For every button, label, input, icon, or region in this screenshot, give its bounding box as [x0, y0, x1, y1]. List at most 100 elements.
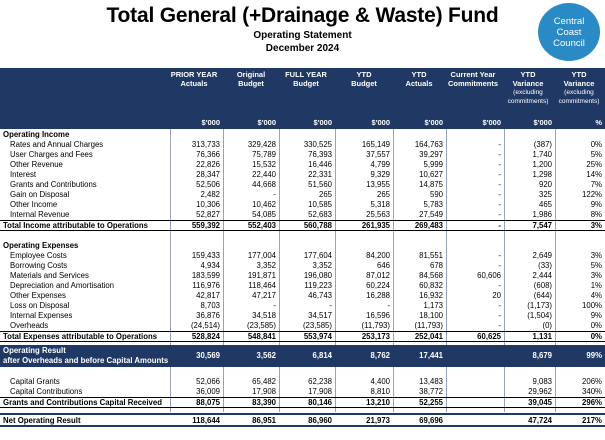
council-logo: Central Coast Council	[538, 3, 600, 61]
table-cell: (387)	[533, 140, 552, 149]
table-cell: 1%	[590, 281, 602, 290]
table-cell: 559,392	[191, 221, 220, 230]
table-cell: 1,131	[532, 332, 552, 341]
table-cell: 1,173	[423, 301, 443, 310]
table-cell: (23,585)	[246, 321, 276, 330]
table-cell: (24,514)	[190, 321, 220, 330]
table-cell: 678	[429, 261, 443, 270]
table-cell: 10,627	[419, 170, 443, 179]
column-header: FULL YEAR Budget	[285, 70, 327, 88]
table-cell: 122%	[582, 190, 602, 199]
table-cell: 60,625	[477, 332, 501, 341]
table-cell: 10,306	[196, 200, 220, 209]
row-label: Interest	[10, 170, 37, 179]
table-cell: 87,012	[366, 271, 390, 280]
table-cell: 5,783	[423, 200, 443, 209]
table-cell: 4%	[590, 291, 602, 300]
table-cell: 83,390	[252, 398, 276, 407]
table-cell: 17,908	[252, 387, 276, 396]
column-unit: $'000	[533, 118, 552, 127]
row-label: Other Income	[10, 200, 58, 209]
table-cell: 325	[538, 190, 552, 199]
table-cell: 330,525	[303, 140, 332, 149]
table-cell: 36,009	[196, 387, 220, 396]
table-cell: 8,679	[532, 351, 552, 360]
table-cell: 265	[318, 190, 332, 199]
table-cell: 37,557	[366, 150, 390, 159]
table-row: Other Revenue 22,826 15,532 16,446 4,799 5,99…	[0, 160, 605, 170]
column-unit: $'000	[424, 118, 443, 127]
column-unit: $'000	[371, 118, 390, 127]
table-cell: 252,041	[414, 332, 443, 341]
table-cell: 86,951	[252, 416, 276, 425]
logo-line: Central	[553, 15, 585, 27]
table-cell: 9%	[590, 200, 602, 209]
table-cell: (23,585)	[302, 321, 332, 330]
table-cell: 54,085	[252, 210, 276, 219]
table-cell: 269,483	[414, 221, 443, 230]
row-label: Depreciation and Amortisation	[10, 281, 115, 290]
table-row: Grants and Contributions Capital Receive…	[0, 397, 605, 408]
logo-line: Council	[553, 37, 585, 49]
table-cell: 4,934	[200, 261, 220, 270]
table-cell: 16,596	[366, 311, 390, 320]
table-cell: 30,569	[196, 351, 220, 360]
table-cell: 14%	[586, 170, 602, 179]
table-cell: 118,644	[192, 416, 220, 425]
table-cell: 119,223	[304, 281, 332, 290]
report-period: December 2024	[265, 43, 340, 54]
table-cell: 84,200	[366, 251, 390, 260]
table-cell: 3%	[590, 271, 602, 280]
table-cell: 69,696	[419, 416, 443, 425]
table-cell: 164,763	[414, 140, 443, 149]
table-cell: 7,547	[532, 221, 552, 230]
table-cell: 76,366	[196, 150, 220, 159]
table-cell: 60,224	[366, 281, 390, 290]
table-cell: 1,298	[532, 170, 552, 179]
table-cell: 34,517	[308, 311, 332, 320]
table-cell: 47,724	[528, 416, 552, 425]
table-cell: 5,999	[423, 160, 443, 169]
column-header: YTD Variance (excluding commitments)	[558, 70, 600, 105]
table-cell: 99%	[586, 351, 602, 360]
table-cell: 52,066	[196, 377, 220, 386]
table-cell: 76,393	[308, 150, 332, 159]
table-cell: 0%	[590, 332, 602, 341]
table-cell: 165,149	[361, 140, 390, 149]
column-header: Current Year Commitments	[447, 70, 498, 88]
table-cell: 65,482	[252, 377, 276, 386]
table-cell: 2,482	[200, 190, 220, 199]
table-cell: 86,960	[308, 416, 332, 425]
table-cell: -	[498, 251, 501, 260]
table-cell: 52,506	[196, 180, 220, 189]
row-label: Materials and Services	[10, 271, 89, 280]
table-cell: -	[498, 261, 501, 270]
table-cell: -	[498, 311, 501, 320]
table-cell: 14,875	[419, 180, 443, 189]
row-label: Net Operating Result	[3, 416, 81, 425]
table-cell: -	[498, 190, 501, 199]
table-cell: -	[387, 301, 390, 310]
table-cell: 18,100	[419, 311, 443, 320]
table-cell: 60,832	[419, 281, 443, 290]
table-cell: 52,827	[196, 210, 220, 219]
table-cell: -	[498, 170, 501, 179]
table-cell: 177,604	[303, 251, 332, 260]
table-cell: 16,288	[366, 291, 390, 300]
table-row: Gain on Disposal 2,482 - 265 265 590 - 325 122%	[0, 190, 605, 200]
row-label: Operating Result	[3, 346, 66, 355]
table-cell: 553,974	[303, 332, 332, 341]
table-row: Materials and Services 183,599 191,871 196,…	[0, 271, 605, 281]
table-cell: 80,146	[308, 398, 332, 407]
table-cell: 261,935	[361, 221, 390, 230]
table-cell: 38,772	[419, 387, 443, 396]
table-cell: 22,440	[252, 170, 276, 179]
table-row: Overheads (24,514) (23,585) (23,585) (11,793…	[0, 321, 605, 331]
table-cell: 22,331	[308, 170, 332, 179]
table-cell: 10,462	[252, 200, 276, 209]
table-cell: 116,976	[192, 281, 220, 290]
table-cell: 46,743	[308, 291, 332, 300]
table-row: Borrowing Costs 4,934 3,352 3,352 646 678 - (33…	[0, 261, 605, 271]
row-label: Operating Income	[3, 130, 70, 139]
table-cell: 206%	[582, 377, 602, 386]
